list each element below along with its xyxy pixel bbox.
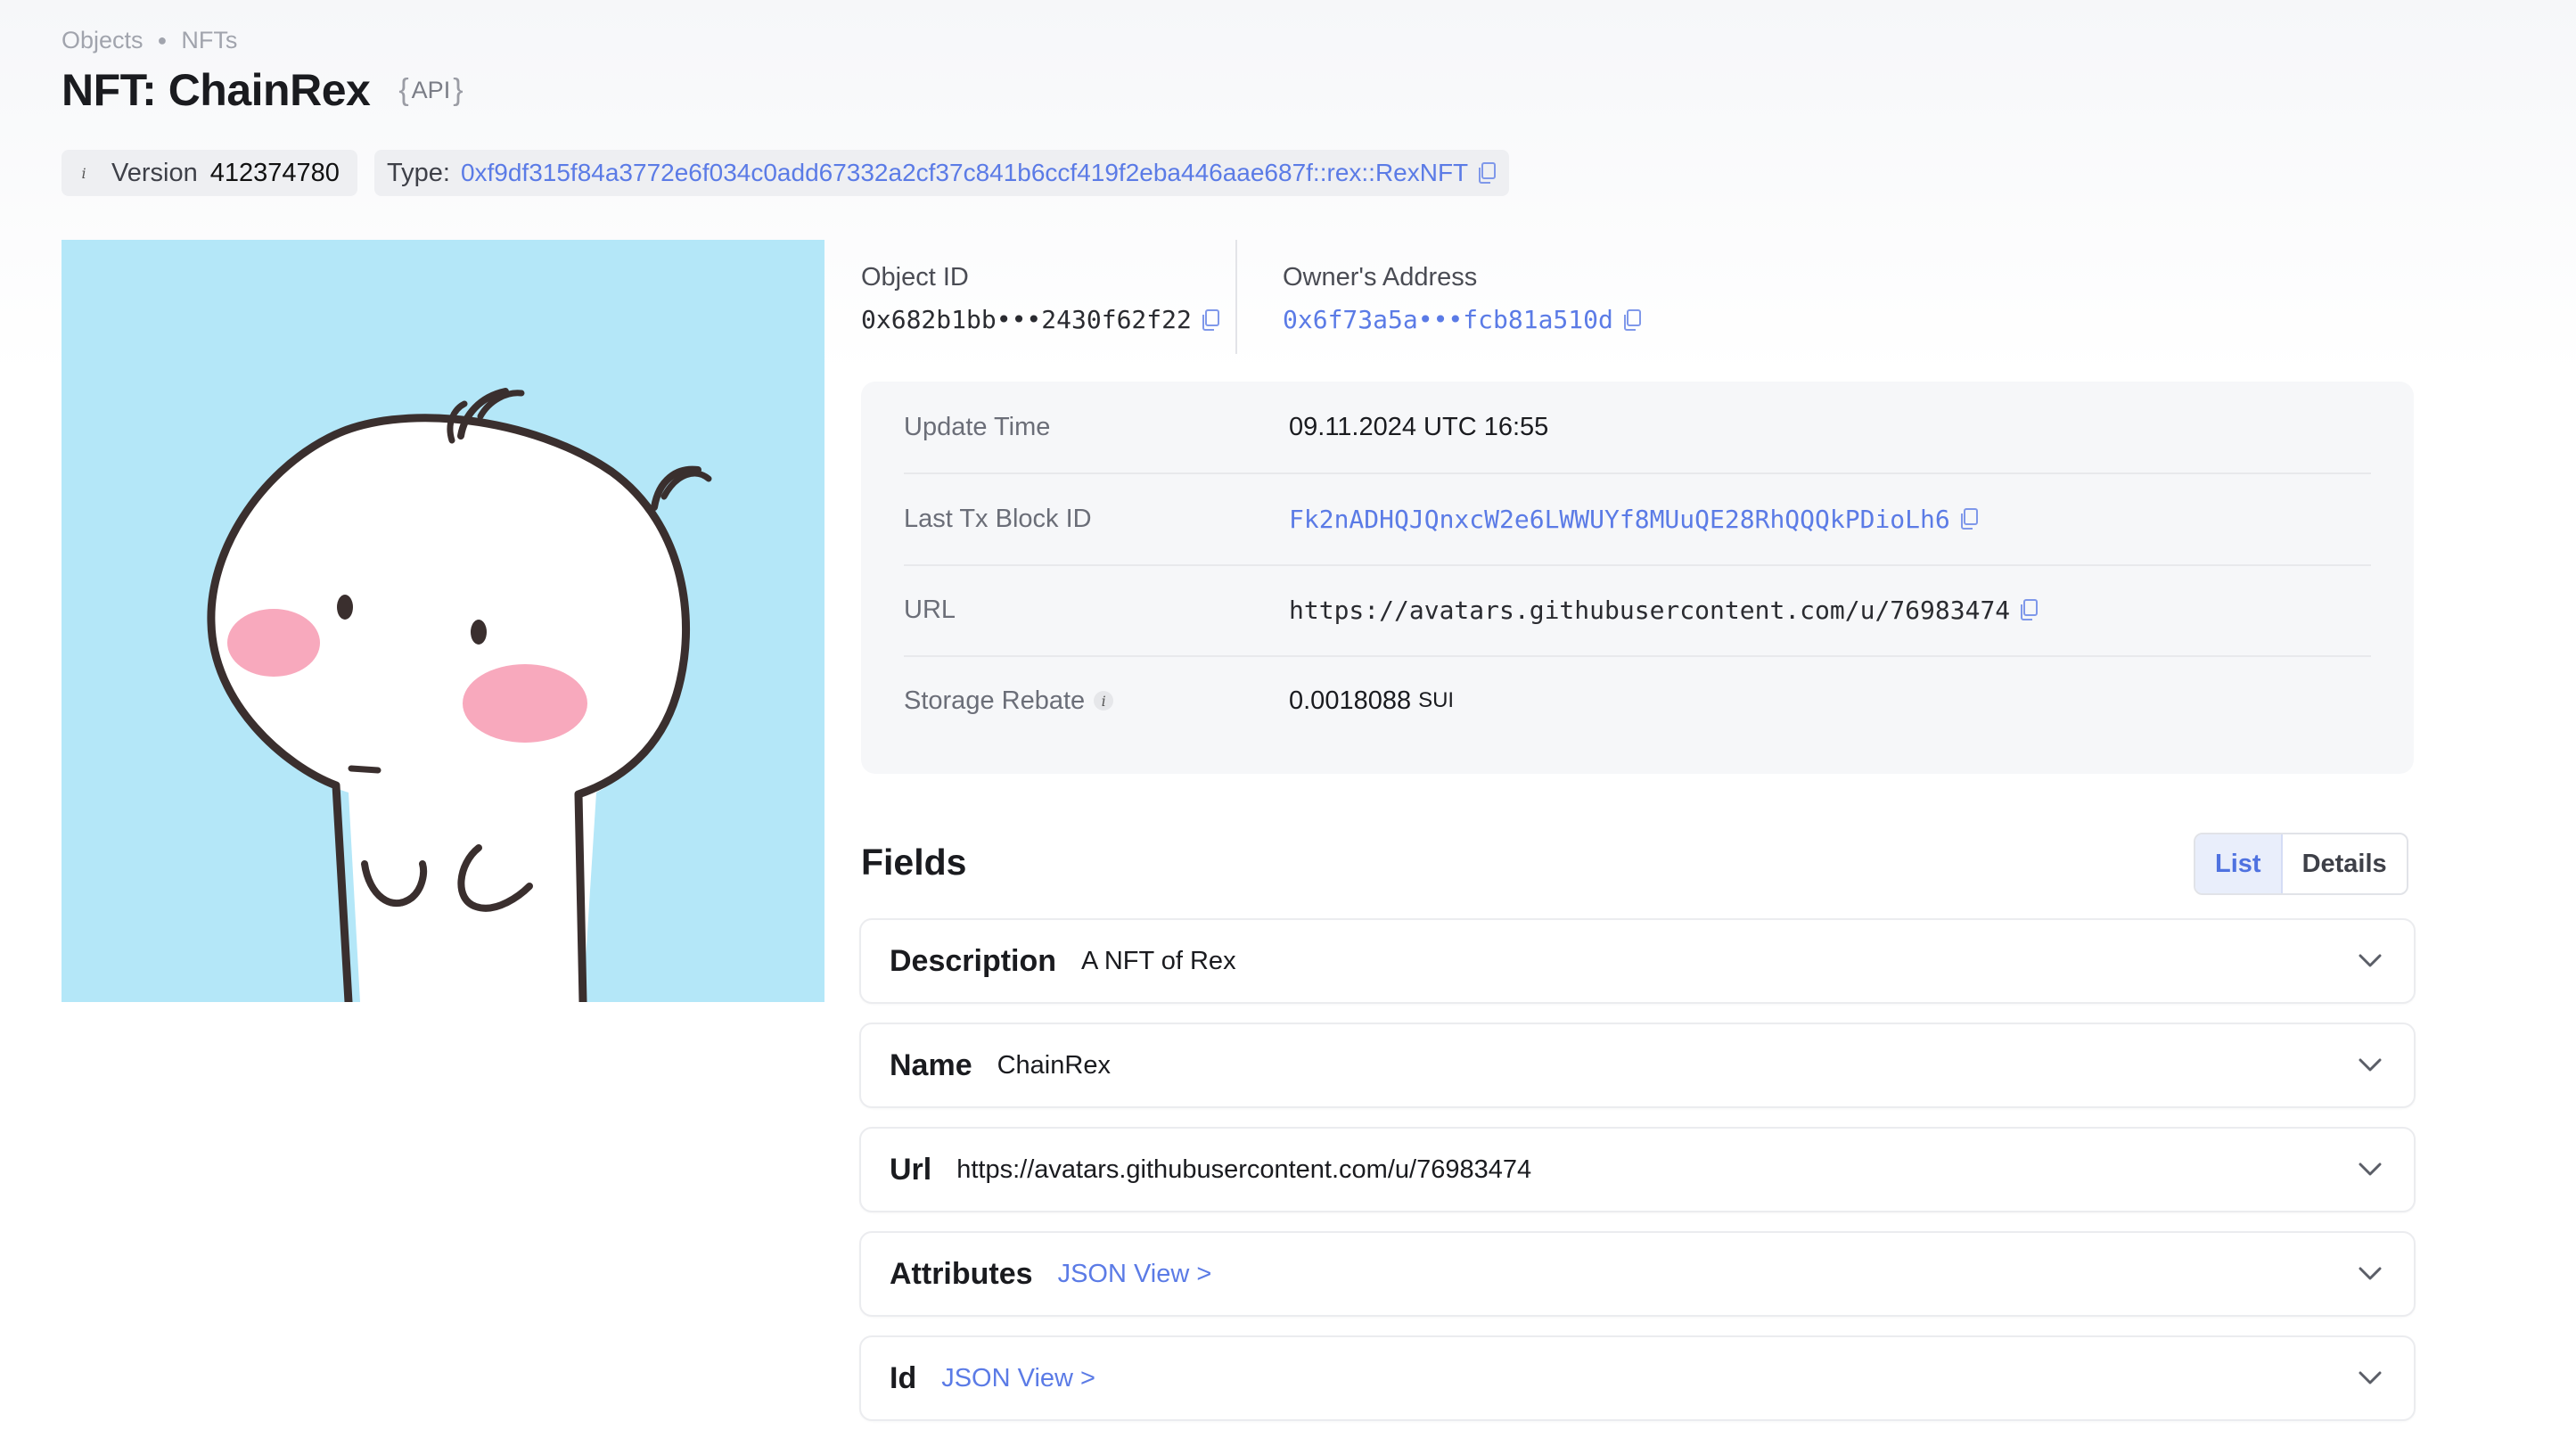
details-tab[interactable]: Details bbox=[2283, 834, 2407, 893]
detail-row-last-tx: Last Tx Block ID Fk2nADHQJQnxcW2e6LWWUYf… bbox=[904, 473, 2371, 566]
page-title: NFT: ChainRex bbox=[62, 65, 371, 115]
owner-label: Owner's Address bbox=[1283, 263, 1478, 292]
type-pill: Type: 0xf9df315f84a3772e6f034c0add67332a… bbox=[374, 150, 1510, 196]
url-value: https://avatars.githubusercontent.com/u/… bbox=[1289, 595, 2011, 625]
view-toggle: List Details bbox=[2194, 833, 2408, 895]
field-name: Id bbox=[890, 1360, 917, 1395]
field-attributes[interactable]: Attributes JSON View > bbox=[859, 1231, 2416, 1317]
field-name: Name bbox=[890, 1048, 972, 1082]
chevron-down-icon[interactable] bbox=[2355, 1258, 2385, 1288]
object-id-label: Object ID bbox=[861, 263, 969, 292]
update-time-label: Update Time bbox=[904, 412, 1051, 441]
version-label: Version bbox=[111, 158, 198, 187]
copy-icon[interactable] bbox=[2019, 598, 2039, 621]
breadcrumb-separator: ● bbox=[157, 31, 168, 49]
copy-icon[interactable] bbox=[1477, 161, 1497, 185]
details-card: Update Time 09.11.2024 UTC 16:55 Last Tx… bbox=[861, 382, 2414, 774]
owner-address-link[interactable]: 0x6f73a5a•••fcb81a510d bbox=[1283, 305, 1613, 334]
info-icon[interactable]: i bbox=[1094, 691, 1114, 711]
meta-divider bbox=[1235, 240, 1237, 354]
field-url[interactable]: Url https://avatars.githubusercontent.co… bbox=[859, 1127, 2416, 1212]
storage-rebate-value-wrap: 0.0018088 SUI bbox=[1289, 686, 1454, 716]
storage-rebate-value: 0.0018088 bbox=[1289, 686, 1412, 715]
storage-rebate-label-wrap: Storage Rebate i bbox=[904, 686, 1289, 716]
chevron-down-icon[interactable] bbox=[2355, 945, 2385, 975]
chevron-down-icon[interactable] bbox=[2355, 1049, 2385, 1080]
url-row: https://avatars.githubusercontent.com/u/… bbox=[1289, 596, 2039, 625]
type-link[interactable]: 0xf9df315f84a3772e6f034c0add67332a2cf37c… bbox=[461, 159, 1468, 187]
copy-icon[interactable] bbox=[1959, 507, 1979, 530]
api-button[interactable]: { API } bbox=[398, 73, 463, 108]
api-label: API bbox=[411, 76, 451, 103]
field-name-row[interactable]: Name ChainRex bbox=[859, 1023, 2416, 1108]
update-time-value: 09.11.2024 UTC 16:55 bbox=[1289, 412, 1549, 441]
last-tx-row: Fk2nADHQJQnxcW2e6LWWUYf8MUuQE28RhQQQkPDi… bbox=[1289, 505, 1979, 534]
field-value: A NFT of Rex bbox=[1081, 946, 1236, 975]
brace-close: } bbox=[453, 72, 464, 107]
last-tx-label: Last Tx Block ID bbox=[904, 504, 1092, 533]
copy-icon[interactable] bbox=[1622, 308, 1642, 332]
type-label: Type: bbox=[387, 158, 450, 187]
url-label: URL bbox=[904, 595, 956, 624]
field-name: Description bbox=[890, 943, 1057, 978]
detail-row-update-time: Update Time 09.11.2024 UTC 16:55 bbox=[904, 382, 2371, 474]
info-icon[interactable]: i bbox=[74, 163, 94, 183]
object-id-block: Object ID 0x682b1bb•••2430f62f22 bbox=[861, 263, 1220, 334]
breadcrumb: Objects ● NFTs bbox=[62, 27, 237, 54]
breadcrumb-objects[interactable]: Objects bbox=[62, 27, 144, 54]
chevron-down-icon[interactable] bbox=[2355, 1362, 2385, 1393]
version-value: 412374780 bbox=[209, 158, 340, 187]
owner-block: Owner's Address 0x6f73a5a•••fcb81a510d bbox=[1283, 263, 1642, 334]
nft-character-illustration bbox=[207, 388, 712, 1002]
detail-row-storage-rebate: Storage Rebate i 0.0018088 SUI bbox=[904, 655, 2371, 746]
field-value: ChainRex bbox=[997, 1050, 1111, 1080]
chevron-down-icon[interactable] bbox=[2355, 1154, 2385, 1184]
field-value: https://avatars.githubusercontent.com/u/… bbox=[956, 1154, 1532, 1184]
fields-title: Fields bbox=[861, 842, 967, 883]
json-view-link[interactable]: JSON View > bbox=[941, 1364, 1095, 1393]
title-row: NFT: ChainRex { API } bbox=[62, 64, 464, 116]
field-name: Url bbox=[890, 1152, 932, 1187]
field-name: Attributes bbox=[890, 1256, 1033, 1291]
list-tab[interactable]: List bbox=[2195, 834, 2283, 893]
last-tx-link[interactable]: Fk2nADHQJQnxcW2e6LWWUYf8MUuQE28RhQQQkPDi… bbox=[1289, 505, 1950, 534]
breadcrumb-nfts[interactable]: NFTs bbox=[181, 27, 237, 54]
storage-rebate-label: Storage Rebate bbox=[904, 686, 1086, 715]
field-description[interactable]: Description A NFT of Rex bbox=[859, 918, 2416, 1004]
copy-icon[interactable] bbox=[1201, 308, 1220, 332]
json-view-link[interactable]: JSON View > bbox=[1058, 1260, 1212, 1289]
owner-row: 0x6f73a5a•••fcb81a510d bbox=[1283, 305, 1642, 334]
field-id[interactable]: Id JSON View > bbox=[859, 1335, 2416, 1421]
object-id-row: 0x682b1bb•••2430f62f22 bbox=[861, 305, 1220, 334]
storage-rebate-unit: SUI bbox=[1418, 688, 1455, 712]
detail-row-url: URL https://avatars.githubusercontent.co… bbox=[904, 564, 2371, 657]
brace-open: { bbox=[398, 72, 409, 107]
nft-image[interactable] bbox=[62, 240, 824, 1002]
version-pill: i Version 412374780 bbox=[62, 150, 357, 196]
object-id-value: 0x682b1bb•••2430f62f22 bbox=[861, 305, 1192, 334]
